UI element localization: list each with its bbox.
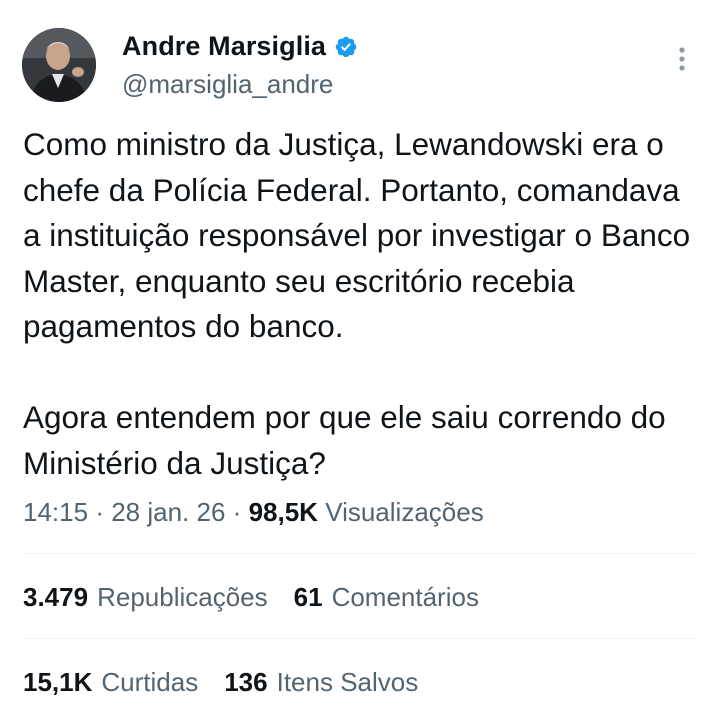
comments-stat[interactable]: 61 Comentários: [294, 582, 479, 613]
meta-separator: ·: [95, 497, 104, 527]
meta-separator: ·: [232, 497, 242, 527]
tweet-time[interactable]: 14:15: [23, 497, 88, 527]
author-name-row: Andre Marsiglia: [122, 31, 358, 62]
views-label: Visualizações: [325, 497, 484, 527]
avatar[interactable]: [22, 28, 96, 102]
tweet-text: Como ministro da Justiça, Lewandowski er…: [23, 122, 703, 486]
likes-label: Curtidas: [101, 667, 199, 697]
likes-count: 15,1K: [23, 667, 93, 697]
author-display-name[interactable]: Andre Marsiglia: [122, 31, 326, 62]
tweet-paragraph-1: Como ministro da Justiça, Lewandowski er…: [23, 126, 691, 344]
tweet-card: Andre Marsiglia @marsiglia_andre Como mi…: [0, 0, 720, 720]
views-count: 98,5K: [248, 497, 318, 527]
tweet-date[interactable]: 28 jan. 26: [111, 497, 225, 527]
saves-stat[interactable]: 136 Itens Salvos: [224, 667, 418, 698]
reposts-label: Republicações: [97, 582, 268, 612]
saves-count: 136: [224, 667, 268, 697]
more-vertical-icon[interactable]: [672, 46, 692, 72]
divider: [23, 553, 698, 554]
author-handle[interactable]: @marsiglia_andre: [122, 69, 333, 100]
saves-label: Itens Salvos: [276, 667, 419, 697]
tweet-meta: 14:15 · 28 jan. 26 · 98,5K Visualizações: [23, 497, 484, 528]
divider: [23, 638, 698, 639]
tweet-paragraph-2: Agora entendem por que ele saiu correndo…: [23, 399, 666, 481]
stats-row-1: 3.479 Republicações 61 Comentários: [23, 582, 479, 613]
avatar-photo: [22, 28, 96, 102]
verified-badge-icon: [334, 35, 358, 59]
reposts-stat[interactable]: 3.479 Republicações: [23, 582, 268, 613]
reposts-count: 3.479: [23, 582, 89, 612]
comments-label: Comentários: [331, 582, 479, 612]
stats-row-2: 15,1K Curtidas 136 Itens Salvos: [23, 667, 418, 698]
comments-count: 61: [293, 582, 323, 612]
likes-stat[interactable]: 15,1K Curtidas: [23, 667, 198, 698]
